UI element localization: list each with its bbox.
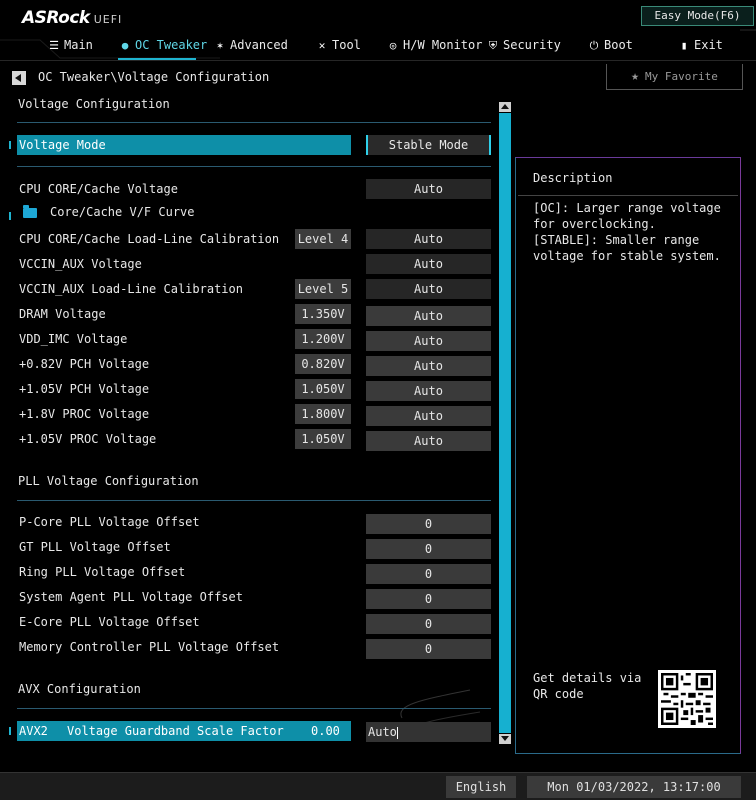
avx2-guardband-label: Voltage Guardband Scale Factor [67,724,284,738]
section-title-voltage: Voltage Configuration [18,97,170,111]
row-label: VDD_IMC Voltage [19,332,128,346]
row-label: Ring PLL Voltage Offset [19,565,186,579]
tools-icon: ✕ [318,39,326,52]
scrollbar-thumb[interactable] [499,113,511,733]
qr-code-icon [661,673,713,725]
proc-105-value: 1.050V [295,429,351,449]
flame-icon: ● [121,39,129,52]
vf-curve-submenu[interactable]: Core/Cache V/F Curve [50,205,195,219]
proc-18-option[interactable]: Auto [366,406,491,426]
tab-security[interactable]: ⛨ Security [486,38,561,56]
section-divider [17,122,491,123]
shield-icon: ⛨ [488,39,498,52]
pch-105-value: 1.050V [295,379,351,399]
row-label: VCCIN_AUX Load-Line Calibration [19,282,243,296]
cpu-llc-value: Level 4 [295,229,351,249]
row-label: DRAM Voltage [19,307,106,321]
memory-controller-pll-option[interactable]: 0 [366,639,491,659]
row-marker [9,212,11,220]
tab-hw-monitor[interactable]: ◎ H/W Monitor [386,38,483,56]
row-label: +1.05V PROC Voltage [19,432,157,446]
power-icon: ⏻ [589,39,599,52]
row-label: +1.8V PROC Voltage [19,407,150,421]
row-label: E-Core PLL Voltage Offset [19,615,200,629]
section-title-avx: AVX Configuration [18,682,141,696]
tab-main[interactable]: ☰ Main [47,38,93,56]
tab-boot[interactable]: ⏻ Boot [587,38,633,56]
e-core-pll-option[interactable]: 0 [366,614,491,634]
language-button[interactable]: English [446,776,516,798]
list-icon: ☰ [49,39,59,52]
star-icon: ★ [631,69,639,84]
row-label: P-Core PLL Voltage Offset [19,515,200,529]
monitor-icon: ◎ [389,39,397,52]
tab-advanced[interactable]: ✶ Advanced [213,38,288,56]
folder-icon [23,205,37,218]
asrock-logo: ASRock UEFI [22,8,123,28]
avx2-guardband-input[interactable]: Auto [366,722,491,742]
vccin-aux-llc-value: Level 5 [295,279,351,299]
system-agent-pll-option[interactable]: 0 [366,589,491,609]
row-label: CPU CORE/Cache Voltage [19,182,178,196]
p-core-pll-option[interactable]: 0 [366,514,491,534]
exit-icon: ▮ [680,39,688,52]
back-button[interactable] [12,71,26,85]
scroll-up-button[interactable] [499,102,511,112]
proc-105-option[interactable]: Auto [366,431,491,451]
avx2-guardband-value: 0.00 [311,724,340,738]
cpu-core-voltage-option[interactable]: Auto [366,179,491,199]
section-divider [17,166,491,167]
section-title-pll: PLL Voltage Configuration [18,474,199,488]
dram-voltage-value: 1.350V [295,304,351,324]
text-cursor [396,726,398,739]
row-label: +1.05V PCH Voltage [19,382,150,396]
row-label: CPU CORE/Cache Load-Line Calibration [19,232,280,246]
ring-pll-option[interactable]: 0 [366,564,491,584]
qr-caption: Get details via QR code [533,671,642,701]
star-icon: ✶ [216,39,224,52]
pch-082-option[interactable]: Auto [366,356,491,376]
row-label: GT PLL Voltage Offset [19,540,171,554]
cpu-llc-option[interactable]: Auto [366,229,491,249]
vdd-imc-value: 1.200V [295,329,351,349]
voltage-mode-select[interactable]: Stable Mode [366,135,491,155]
top-nav: ☰ Main ● OC Tweaker ✶ Advanced ✕ Tool ◎ H/W M… [0,30,756,60]
description-text: [OC]: Larger range voltage for overclock… [533,201,721,263]
section-divider [17,708,491,709]
row-marker [9,141,11,149]
proc-18-value: 1.800V [295,404,351,424]
description-divider [518,195,738,196]
gt-pll-option[interactable]: 0 [366,539,491,559]
row-label: +0.82V PCH Voltage [19,357,150,371]
vccin-aux-llc-option[interactable]: Auto [366,279,491,299]
my-favorite-button[interactable]: ★ My Favorite [606,64,743,90]
tab-exit[interactable]: ▮ Exit [677,38,723,56]
description-title: Description [533,171,613,185]
row-marker [9,727,11,735]
vdd-imc-option[interactable]: Auto [366,331,491,351]
nav-divider [0,60,756,61]
pch-105-option[interactable]: Auto [366,381,491,401]
row-label: Memory Controller PLL Voltage Offset [19,640,280,654]
easy-mode-button[interactable]: Easy Mode(F6) [641,6,754,26]
scroll-down-button[interactable] [499,734,511,744]
voltage-mode-label: Voltage Mode [19,138,106,152]
pch-082-value: 0.820V [295,354,351,374]
dram-voltage-option[interactable]: Auto [366,306,491,326]
avx2-prefix: AVX2 [19,724,48,738]
datetime-display: Mon 01/03/2022, 13:17:00 [527,776,741,798]
row-label: VCCIN_AUX Voltage [19,257,142,271]
breadcrumb: OC Tweaker\Voltage Configuration [38,70,270,84]
tab-tool[interactable]: ✕ Tool [315,38,361,56]
vccin-aux-voltage-option[interactable]: Auto [366,254,491,274]
section-divider [17,500,491,501]
row-label: System Agent PLL Voltage Offset [19,590,243,604]
qr-code [658,670,716,728]
tab-oc-tweaker[interactable]: ● OC Tweaker [118,38,208,56]
